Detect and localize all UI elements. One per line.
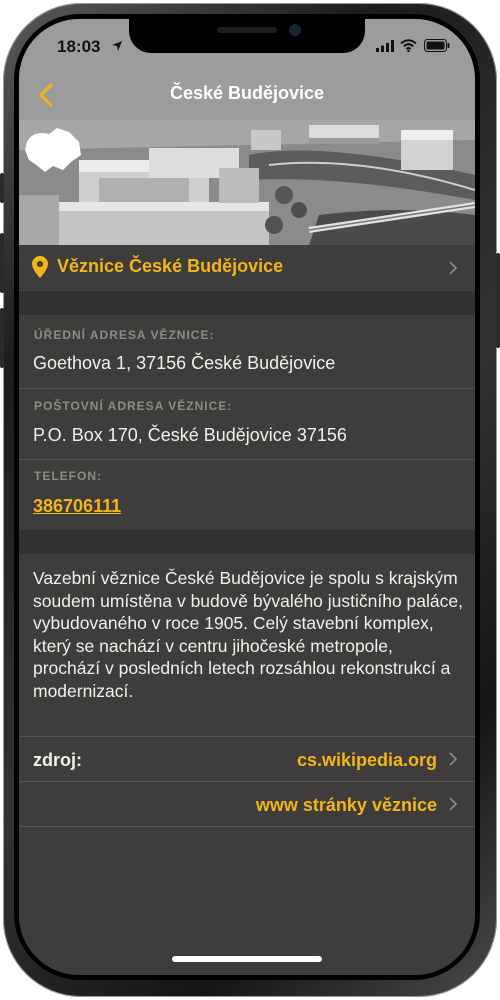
phone-number-link[interactable]: 386706111	[33, 496, 121, 517]
chevron-right-icon	[449, 752, 457, 766]
status-bar: 18:03	[19, 19, 475, 69]
chevron-right-icon	[449, 261, 457, 275]
address-section: ÚŘEDNÍ ADRESA VĚZNICE: Goethova 1, 37156…	[19, 315, 475, 530]
location-arrow-icon	[112, 41, 122, 51]
source-row[interactable]: zdroj: cs.wikipedia.org	[19, 737, 475, 781]
divider	[19, 826, 475, 827]
battery-icon	[424, 39, 450, 52]
mute-switch	[0, 173, 4, 203]
navigation-bar: České Budějovice	[19, 69, 475, 120]
source-link[interactable]: cs.wikipedia.org	[297, 750, 437, 771]
chevron-right-icon	[449, 797, 457, 811]
website-link[interactable]: www stránky věznice	[256, 795, 437, 816]
front-camera	[289, 24, 301, 36]
phone-label: TELEFON:	[34, 469, 102, 483]
postal-address: P.O. Box 170, České Budějovice 37156	[33, 425, 347, 445]
official-address-label: ÚŘEDNÍ ADRESA VĚZNICE:	[34, 328, 215, 342]
power-button	[496, 253, 500, 348]
city-photo	[19, 120, 475, 245]
screen: 18:03 České Budějovice Věznice České Bud…	[19, 19, 475, 975]
official-address: Goethova 1, 37156 České Budějovice	[33, 353, 336, 373]
speaker	[217, 27, 277, 33]
description-section: Vazební věznice České Budějovice je spol…	[19, 554, 475, 975]
divider	[19, 459, 475, 460]
prison-location-row[interactable]: Věznice České Budějovice	[19, 245, 475, 291]
website-row[interactable]: www stránky věznice	[19, 782, 475, 826]
source-label: zdroj:	[33, 750, 82, 770]
postal-address-label: POŠTOVNÍ ADRESA VĚZNICE:	[34, 399, 233, 413]
aerial-city-photo	[19, 120, 475, 245]
home-indicator[interactable]	[172, 956, 322, 962]
volume-up-button	[0, 233, 4, 293]
cellular-signal-icon	[376, 40, 394, 52]
prison-name: Věznice České Budějovice	[57, 256, 284, 276]
notch	[129, 19, 365, 53]
section-spacer	[19, 291, 475, 315]
status-time: 18:03	[57, 37, 101, 56]
prison-description: Vazební věznice České Budějovice je spol…	[33, 568, 463, 701]
section-spacer	[19, 530, 475, 554]
wifi-icon	[400, 39, 417, 52]
back-chevron-icon[interactable]	[29, 77, 65, 113]
divider	[19, 388, 475, 389]
page-title: České Budějovice	[169, 83, 325, 103]
location-pin-icon	[32, 256, 48, 278]
volume-down-button	[0, 308, 4, 368]
